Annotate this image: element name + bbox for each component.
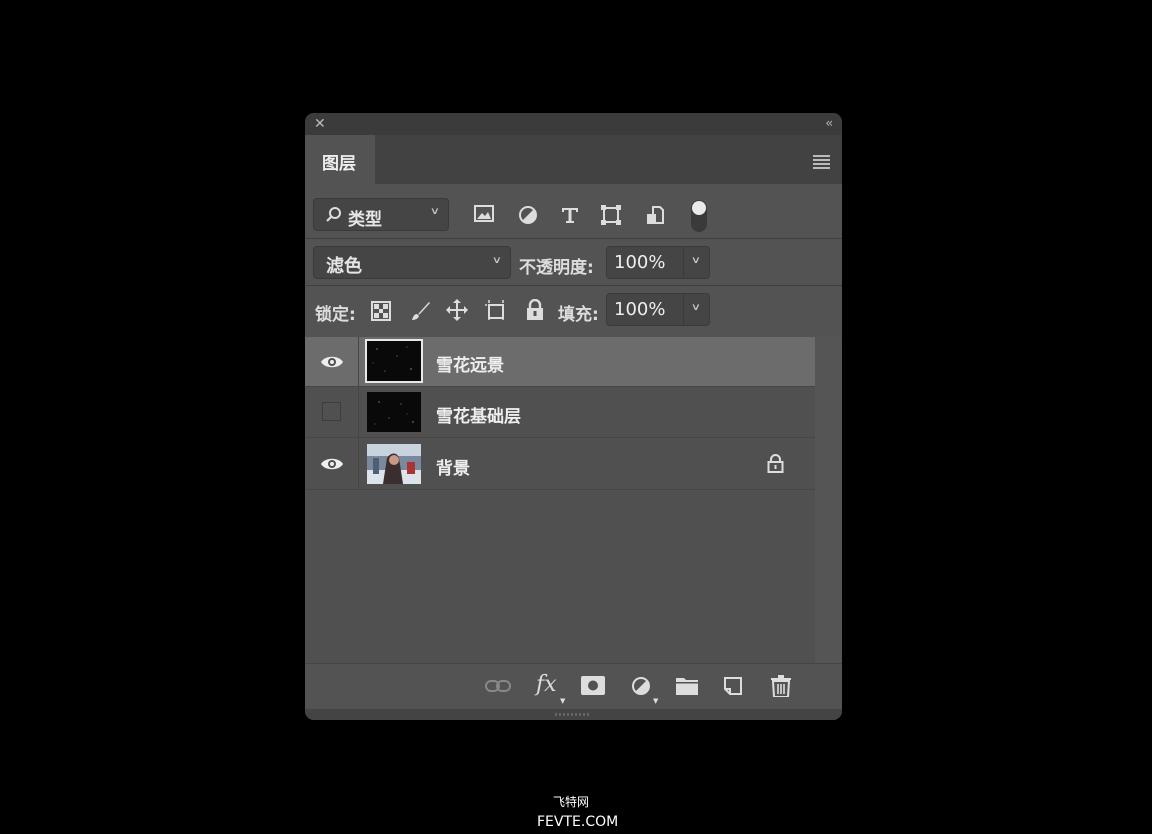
layer-thumbnail[interactable] [367,392,421,432]
opacity-field[interactable]: 100% ∨ [606,246,710,279]
layers-list: 雪花远景 雪花基础层 背景 [305,337,815,663]
fill-field[interactable]: 100% ∨ [606,293,710,326]
layer-row[interactable]: 雪花远景 [305,337,815,387]
filter-kind-select[interactable]: 类型 ∨ [313,198,449,231]
panel-menu-icon[interactable] [813,155,830,171]
type-filter-icon[interactable] [560,205,580,225]
new-group-icon[interactable] [676,676,698,695]
layer-name[interactable]: 背景 [436,454,470,479]
opacity-label: 不透明度: [519,258,594,278]
divider [305,238,842,239]
delete-layer-icon[interactable] [771,675,791,697]
filter-kind-label: 类型 [348,210,382,230]
lock-position-icon[interactable] [446,299,468,321]
lock-icon [767,454,784,473]
layer-thumbnail[interactable] [365,339,423,383]
watermark-line1: 飞特网 [553,795,590,809]
close-icon[interactable]: ✕ [314,116,326,132]
layer-thumbnail[interactable] [367,444,421,484]
layer-name[interactable]: 雪花基础层 [436,402,521,427]
layers-scrollbar[interactable] [815,337,842,663]
filter-toggle-icon[interactable] [689,199,709,233]
watermark-line2: FEVTE.COM [537,814,619,830]
lock-all-icon[interactable] [526,299,544,321]
lock-label: 锁定: [315,305,356,325]
eye-icon [321,356,343,368]
visibility-toggle[interactable] [305,387,359,437]
blend-mode-select[interactable]: 滤色 ∨ [313,246,511,279]
lock-pixels-icon[interactable] [409,300,431,322]
lock-transparent-icon[interactable] [371,301,391,321]
fx-dropdown-icon: ▼ [560,697,566,705]
fill-value[interactable]: 100% [614,299,665,320]
chevron-down-icon[interactable]: ∨ [691,254,701,265]
adjustment-filter-icon[interactable] [518,205,538,225]
visibility-toggle[interactable] [305,337,359,387]
tab-layers[interactable]: 图层 [305,135,375,184]
layers-panel: ✕ ‹‹ 图层 类型 ∨ 滤色 ∨ 不透明度: 100% ∨ 锁定: 填充: 1… [305,113,842,720]
add-mask-icon[interactable] [581,676,605,695]
fill-label: 填充: [558,305,599,325]
search-icon [326,207,341,222]
eye-icon [321,458,343,470]
layer-row[interactable]: 雪花基础层 [305,387,815,438]
resize-grip[interactable] [305,709,842,720]
smart-object-filter-icon[interactable] [645,205,665,226]
chevron-down-icon: ∨ [429,205,440,217]
divider [305,285,842,286]
layer-row[interactable]: 背景 [305,438,815,490]
filter-row: 类型 ∨ [305,185,842,235]
collapse-icon[interactable]: ‹‹ [825,115,832,131]
bottom-toolbar: fx ▼ ▼ [305,663,842,710]
fx-icon[interactable]: fx [536,672,557,697]
tab-row: 图层 [305,135,842,184]
panel-titlebar: ✕ ‹‹ [305,113,842,135]
new-adjustment-icon[interactable] [631,676,651,696]
chevron-down-icon: ∨ [491,254,502,266]
image-filter-icon[interactable] [474,205,494,222]
tab-label: 图层 [322,154,356,174]
layer-name[interactable]: 雪花远景 [436,351,504,376]
blend-mode-label: 滤色 [326,256,362,277]
opacity-value[interactable]: 100% [614,252,665,273]
visibility-toggle[interactable] [305,438,359,488]
shape-filter-icon[interactable] [601,205,621,225]
link-layers-icon[interactable] [485,679,511,693]
hidden-visibility-box [322,402,341,421]
new-layer-icon[interactable] [724,677,742,695]
lock-artboard-icon[interactable] [485,300,507,322]
adjustment-dropdown-icon: ▼ [653,697,659,705]
chevron-down-icon[interactable]: ∨ [691,301,701,312]
